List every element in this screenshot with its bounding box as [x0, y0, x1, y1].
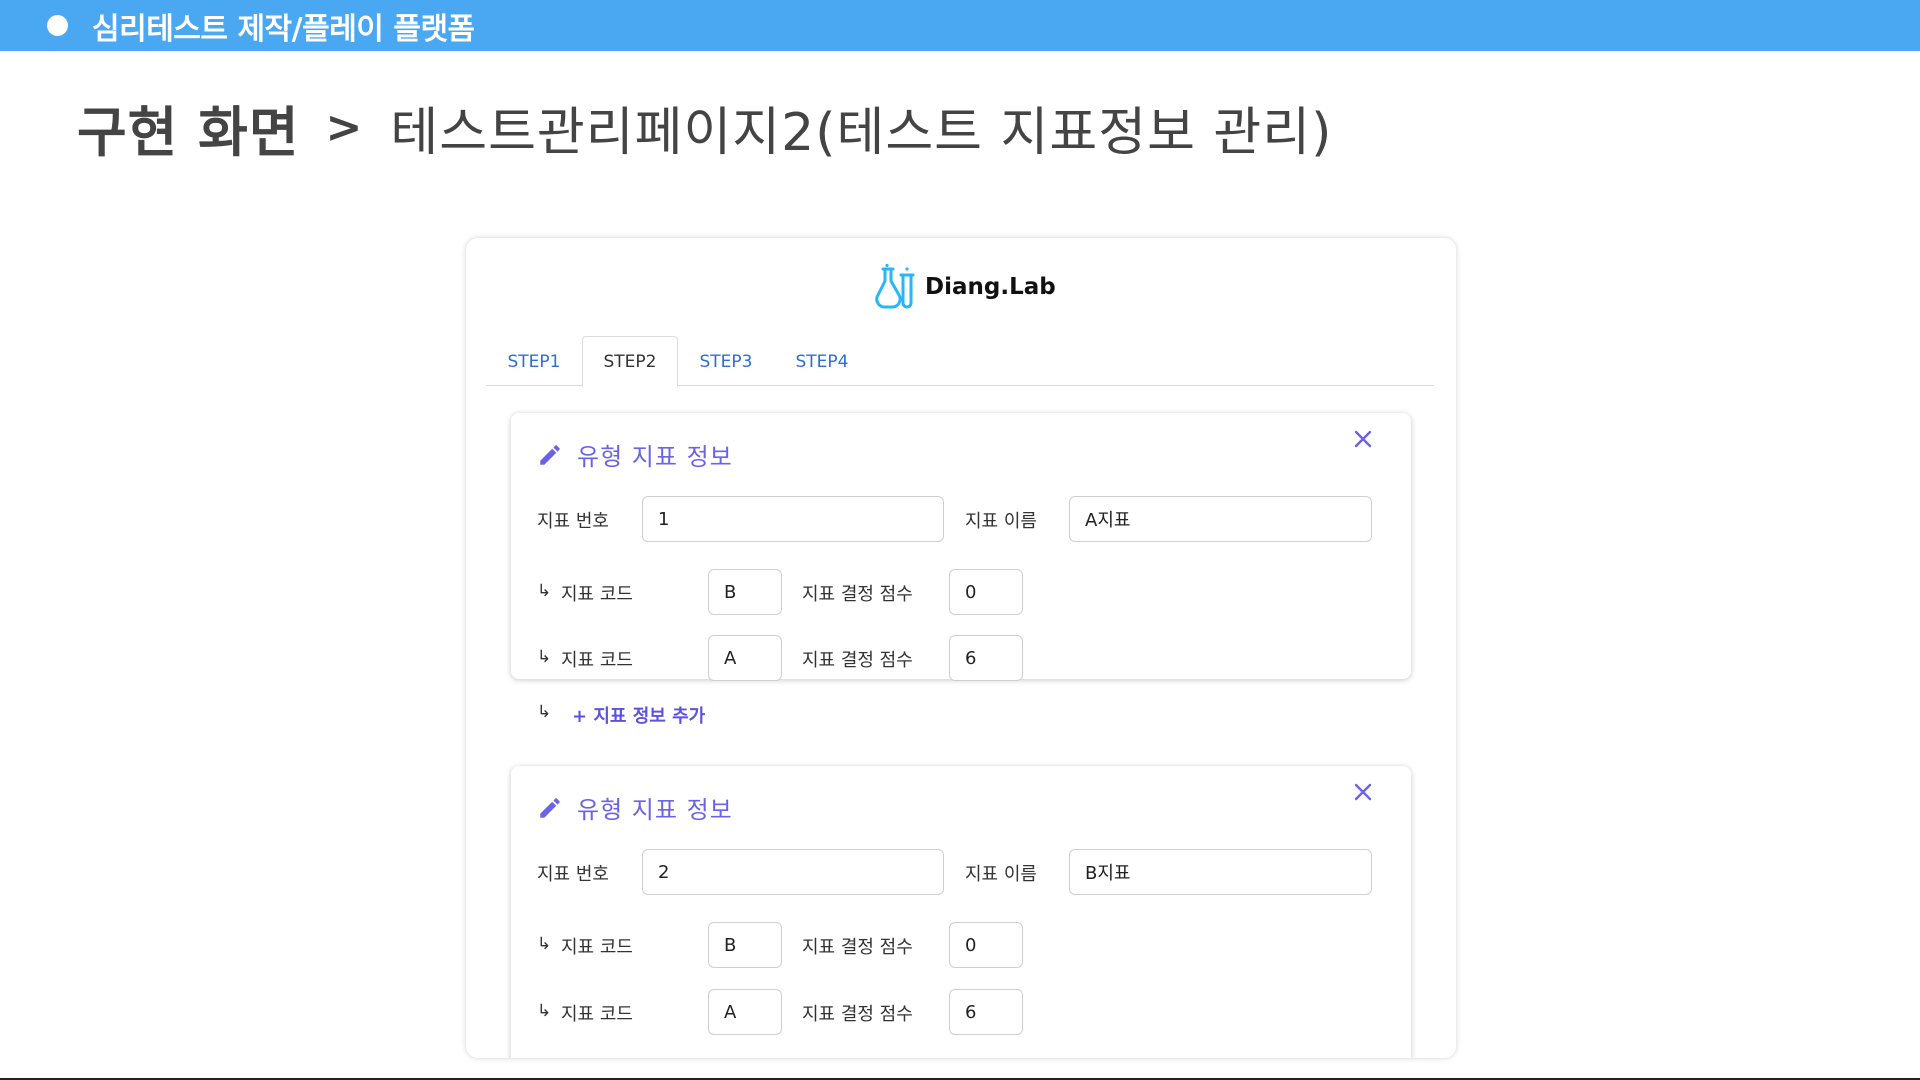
index-number-input[interactable]: 2: [642, 849, 944, 895]
decision-score-label: 지표 결정 점수: [802, 1004, 913, 1025]
heading-arrow: >: [325, 101, 363, 153]
card-title: 유형 지표 정보: [577, 443, 733, 471]
index-name-label: 지표 이름: [965, 864, 1037, 885]
close-icon[interactable]: [1351, 427, 1375, 451]
index-name-input[interactable]: A지표: [1069, 496, 1372, 542]
index-code-input[interactable]: B: [708, 922, 782, 968]
index-card: 유형 지표 정보 지표 번호 2 지표 이름 B지표 ↳ 지표 코드 B 지표 …: [511, 766, 1411, 1058]
tab-step4[interactable]: STEP4: [774, 336, 870, 387]
sub-arrow-icon: ↳: [537, 647, 552, 667]
sub-arrow-icon: ↳: [537, 1001, 552, 1021]
index-code-input[interactable]: A: [708, 635, 782, 681]
tab-step1[interactable]: STEP1: [486, 336, 582, 387]
card-header: 유형 지표 정보: [537, 790, 733, 825]
sub-arrow-icon: ↳: [537, 581, 552, 601]
top-banner: 심리테스트 제작/플레이 플랫폼: [0, 0, 1920, 51]
index-name-input[interactable]: B지표: [1069, 849, 1372, 895]
bullet-icon: [47, 15, 68, 36]
index-code-input[interactable]: B: [708, 569, 782, 615]
flask-icon: [875, 263, 915, 309]
heading-sub: 테스트관리페이지2(테스트 지표정보 관리): [390, 102, 1333, 163]
app-screen: Diang.Lab STEP1 STEP2 STEP3 STEP4 유형 지표 …: [466, 238, 1456, 1058]
index-number-label: 지표 번호: [537, 864, 609, 885]
pencil-icon[interactable]: [537, 442, 563, 468]
card-title: 유형 지표 정보: [577, 796, 733, 824]
index-number-label: 지표 번호: [537, 511, 609, 532]
brand-logo[interactable]: Diang.Lab: [873, 262, 1056, 312]
index-code-label: 지표 코드: [561, 1004, 633, 1025]
index-code-label: 지표 코드: [561, 584, 633, 605]
index-card: 유형 지표 정보 지표 번호 1 지표 이름 A지표 ↳ 지표 코드 B 지표 …: [511, 413, 1411, 727]
step-tabs: STEP1 STEP2 STEP3 STEP4: [486, 336, 1434, 387]
tab-step2[interactable]: STEP2: [582, 336, 678, 387]
decision-score-input[interactable]: 0: [949, 922, 1023, 968]
index-code-label: 지표 코드: [561, 650, 633, 671]
card-header: 유형 지표 정보: [537, 437, 733, 472]
index-code-input[interactable]: A: [708, 989, 782, 1035]
add-index-info-button[interactable]: + 지표 정보 추가: [572, 702, 705, 728]
decision-score-label: 지표 결정 점수: [802, 584, 913, 605]
banner-title: 심리테스트 제작/플레이 플랫폼: [92, 11, 475, 47]
decision-score-input[interactable]: 6: [949, 635, 1023, 681]
index-number-input[interactable]: 1: [642, 496, 944, 542]
index-name-label: 지표 이름: [965, 511, 1037, 532]
close-icon[interactable]: [1351, 780, 1375, 804]
pencil-icon[interactable]: [537, 795, 563, 821]
decision-score-input[interactable]: 6: [949, 989, 1023, 1035]
sub-arrow-icon: ↳: [537, 702, 552, 722]
heading-main: 구현 화면: [77, 100, 300, 164]
index-code-label: 지표 코드: [561, 937, 633, 958]
brand-name: Diang.Lab: [925, 274, 1056, 300]
sub-arrow-icon: ↳: [537, 934, 552, 954]
decision-score-label: 지표 결정 점수: [802, 937, 913, 958]
decision-score-label: 지표 결정 점수: [802, 650, 913, 671]
page-heading: 구현 화면 > 테스트관리페이지2(테스트 지표정보 관리): [77, 92, 1333, 164]
tab-step3[interactable]: STEP3: [678, 336, 774, 387]
decision-score-input[interactable]: 0: [949, 569, 1023, 615]
